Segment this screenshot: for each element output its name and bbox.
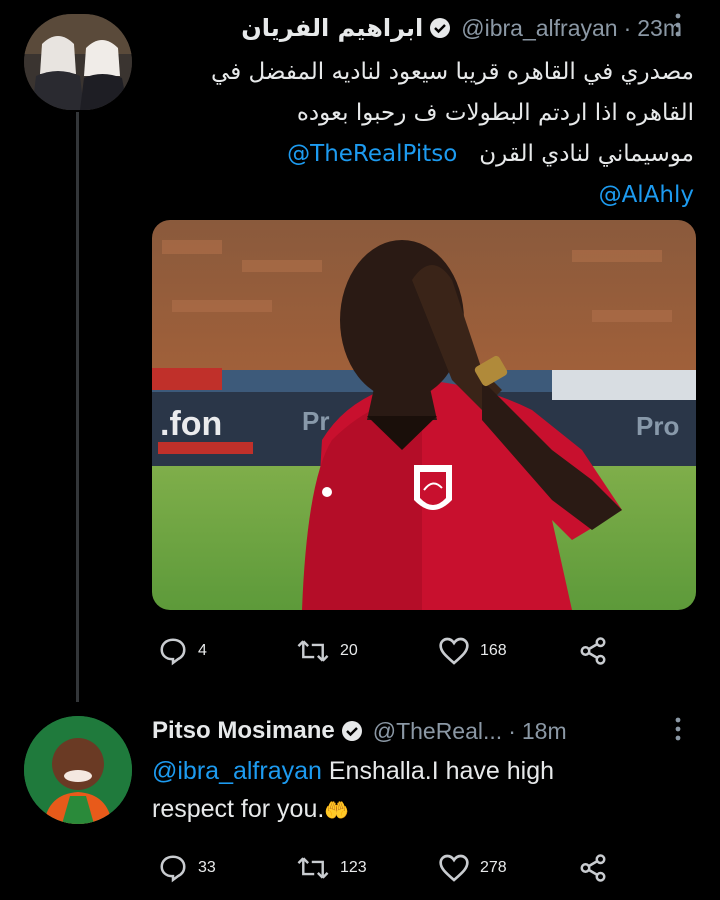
share-icon: [580, 637, 606, 665]
reply-icon: [160, 638, 186, 666]
reply-icon: [160, 855, 186, 883]
retweet-icon: [297, 857, 329, 879]
separator: ·: [508, 717, 516, 744]
user-handle[interactable]: @ibra_alfrayan: [461, 15, 617, 42]
mention-link[interactable]: @ibra_alfrayan: [152, 757, 322, 785]
tweet-header: Pitso Mosimane @TheReal... · 18m: [152, 713, 567, 749]
tweet-text-segment: Enshalla.I have high: [321, 757, 555, 785]
separator: ·: [623, 14, 632, 41]
retweet-count: 20: [340, 642, 358, 659]
retweet-button[interactable]: 123: [296, 853, 367, 883]
retweet-icon: [297, 640, 329, 662]
reply-count: 33: [198, 859, 216, 876]
retweet-count: 123: [340, 859, 367, 876]
verified-badge-icon: [429, 17, 451, 39]
display-name[interactable]: ابراهيم الفريان: [241, 14, 423, 42]
more-icon[interactable]: [672, 714, 684, 750]
display-name[interactable]: Pitso Mosimane: [152, 717, 335, 745]
thread-connector: [76, 112, 79, 702]
svg-text:Pro: Pro: [636, 411, 679, 441]
tweet-header: ابراهيم الفريان @ibra_alfrayan · 23m: [241, 10, 682, 46]
tweet-text-line: مصدري في القاهره قريبا سيعود لناديه المف…: [211, 59, 694, 85]
mention-link[interactable]: @AlAhly: [599, 182, 694, 208]
like-button[interactable]: 278: [438, 853, 507, 883]
share-button[interactable]: [578, 636, 618, 666]
like-count: 168: [480, 642, 507, 659]
tweet-text-line: @AlAhly: [134, 175, 694, 216]
tweet-text-segment: respect for you.: [152, 795, 325, 823]
mention-link[interactable]: @TheRealPitso: [287, 141, 457, 167]
tweet-text-segment: موسيماني لنادي القرن: [479, 141, 694, 167]
tweet-text: مصدري في القاهره قريبا سيعود لناديه المف…: [134, 52, 694, 216]
avatar[interactable]: [24, 14, 132, 110]
share-button[interactable]: [578, 853, 618, 883]
reply-button[interactable]: 4: [158, 636, 207, 666]
reply-count: 4: [198, 642, 207, 659]
retweet-button[interactable]: 20: [296, 636, 358, 666]
avatar[interactable]: [24, 716, 132, 824]
more-icon[interactable]: [672, 10, 684, 46]
timestamp[interactable]: 18m: [522, 718, 567, 745]
svg-text:.fon: .fon: [160, 405, 222, 443]
verified-badge-icon: [341, 720, 363, 742]
reply-button[interactable]: 33: [158, 853, 216, 883]
tweet-text-line: موسيماني لنادي القرن @TheRealPitso: [134, 134, 694, 175]
tweet-text-line: القاهره اذا اردتم البطولات ف رحبوا بعوده: [296, 100, 694, 126]
share-icon: [580, 854, 606, 882]
tweet-media-photo[interactable]: .fon Pr Pro: [152, 220, 696, 610]
emoji: 🤲: [324, 800, 350, 822]
like-icon: [439, 637, 469, 665]
user-handle[interactable]: @TheReal...: [373, 718, 502, 745]
like-button[interactable]: 168: [438, 636, 507, 666]
like-icon: [439, 854, 469, 882]
like-count: 278: [480, 859, 507, 876]
tweet-text: @ibra_alfrayan Enshalla.I have high resp…: [152, 752, 692, 830]
svg-text:Pr: Pr: [302, 406, 329, 436]
